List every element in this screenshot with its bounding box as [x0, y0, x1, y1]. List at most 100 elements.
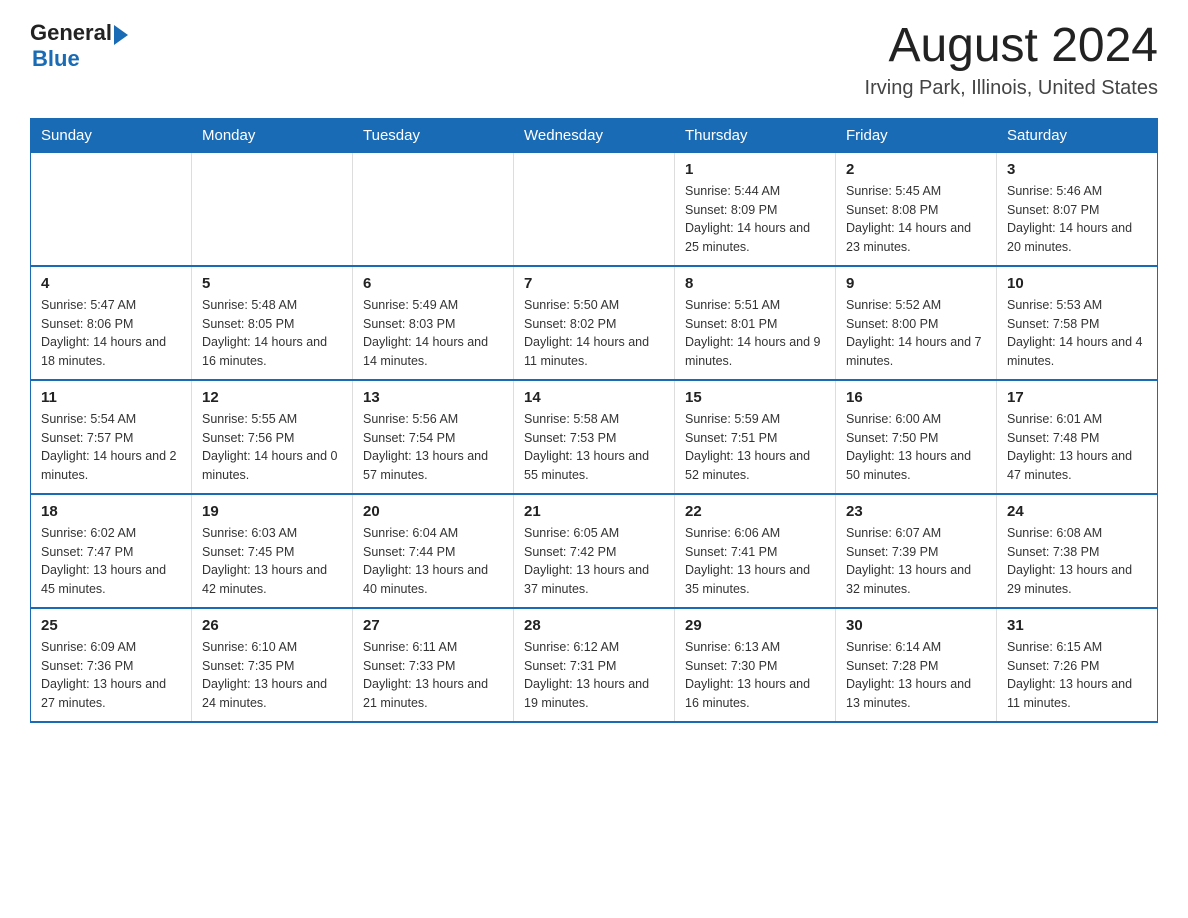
day-info: Sunrise: 5:59 AM Sunset: 7:51 PM Dayligh…: [685, 410, 825, 485]
day-number: 29: [685, 617, 825, 634]
calendar-cell: 6 Sunrise: 5:49 AM Sunset: 8:03 PM Daylig…: [353, 266, 514, 380]
day-header-monday: Monday: [192, 118, 353, 152]
calendar-cell: 4 Sunrise: 5:47 AM Sunset: 8:06 PM Daylig…: [31, 266, 192, 380]
day-number: 13: [363, 389, 503, 406]
calendar-cell: 24 Sunrise: 6:08 AM Sunset: 7:38 PM Dayli…: [997, 494, 1158, 608]
calendar-cell: 29 Sunrise: 6:13 AM Sunset: 7:30 PM Dayli…: [675, 608, 836, 722]
calendar-cell: 12 Sunrise: 5:55 AM Sunset: 7:56 PM Dayli…: [192, 380, 353, 494]
calendar-cell: [353, 152, 514, 266]
calendar-cell: 11 Sunrise: 5:54 AM Sunset: 7:57 PM Dayli…: [31, 380, 192, 494]
day-info: Sunrise: 5:50 AM Sunset: 8:02 PM Dayligh…: [524, 296, 664, 371]
calendar-cell: 20 Sunrise: 6:04 AM Sunset: 7:44 PM Dayli…: [353, 494, 514, 608]
calendar-cell: 3Sunrise: 5:46 AM Sunset: 8:07 PM Daylig…: [997, 152, 1158, 266]
calendar-cell: 18 Sunrise: 6:02 AM Sunset: 7:47 PM Dayli…: [31, 494, 192, 608]
day-info: Sunrise: 6:08 AM Sunset: 7:38 PM Dayligh…: [1007, 524, 1147, 599]
calendar-cell: 8 Sunrise: 5:51 AM Sunset: 8:01 PM Daylig…: [675, 266, 836, 380]
day-header-sunday: Sunday: [31, 118, 192, 152]
day-info: Sunrise: 5:44 AM Sunset: 8:09 PM Dayligh…: [685, 182, 825, 257]
day-number: 3: [1007, 161, 1147, 178]
day-number: 7: [524, 275, 664, 292]
title-section: August 2024 Irving Park, Illinois, Unite…: [865, 20, 1158, 100]
day-number: 4: [41, 275, 181, 292]
day-info: Sunrise: 6:04 AM Sunset: 7:44 PM Dayligh…: [363, 524, 503, 599]
calendar-week-row: 18 Sunrise: 6:02 AM Sunset: 7:47 PM Dayli…: [31, 494, 1158, 608]
day-header-saturday: Saturday: [997, 118, 1158, 152]
calendar-week-row: 4 Sunrise: 5:47 AM Sunset: 8:06 PM Daylig…: [31, 266, 1158, 380]
calendar-cell: 31 Sunrise: 6:15 AM Sunset: 7:26 PM Dayli…: [997, 608, 1158, 722]
calendar-cell: 27Sunrise: 6:11 AM Sunset: 7:33 PM Dayli…: [353, 608, 514, 722]
day-number: 15: [685, 389, 825, 406]
calendar-table: SundayMondayTuesdayWednesdayThursdayFrid…: [30, 118, 1158, 723]
day-number: 8: [685, 275, 825, 292]
day-info: Sunrise: 6:14 AM Sunset: 7:28 PM Dayligh…: [846, 638, 986, 713]
day-info: Sunrise: 6:06 AM Sunset: 7:41 PM Dayligh…: [685, 524, 825, 599]
day-number: 31: [1007, 617, 1147, 634]
calendar-cell: 5Sunrise: 5:48 AM Sunset: 8:05 PM Daylig…: [192, 266, 353, 380]
day-number: 25: [41, 617, 181, 634]
day-info: Sunrise: 5:58 AM Sunset: 7:53 PM Dayligh…: [524, 410, 664, 485]
day-number: 5: [202, 275, 342, 292]
day-number: 16: [846, 389, 986, 406]
day-info: Sunrise: 5:55 AM Sunset: 7:56 PM Dayligh…: [202, 410, 342, 485]
location-title: Irving Park, Illinois, United States: [865, 77, 1158, 100]
day-number: 27: [363, 617, 503, 634]
day-info: Sunrise: 6:07 AM Sunset: 7:39 PM Dayligh…: [846, 524, 986, 599]
day-info: Sunrise: 5:49 AM Sunset: 8:03 PM Dayligh…: [363, 296, 503, 371]
day-header-thursday: Thursday: [675, 118, 836, 152]
day-header-tuesday: Tuesday: [353, 118, 514, 152]
calendar-cell: 16 Sunrise: 6:00 AM Sunset: 7:50 PM Dayli…: [836, 380, 997, 494]
day-info: Sunrise: 5:47 AM Sunset: 8:06 PM Dayligh…: [41, 296, 181, 371]
day-number: 2: [846, 161, 986, 178]
day-info: Sunrise: 5:52 AM Sunset: 8:00 PM Dayligh…: [846, 296, 986, 371]
calendar-cell: 25Sunrise: 6:09 AM Sunset: 7:36 PM Dayli…: [31, 608, 192, 722]
day-number: 22: [685, 503, 825, 520]
day-number: 11: [41, 389, 181, 406]
day-number: 26: [202, 617, 342, 634]
day-info: Sunrise: 6:01 AM Sunset: 7:48 PM Dayligh…: [1007, 410, 1147, 485]
day-number: 18: [41, 503, 181, 520]
logo-arrow-icon: [114, 25, 128, 45]
calendar-cell: 15 Sunrise: 5:59 AM Sunset: 7:51 PM Dayli…: [675, 380, 836, 494]
day-number: 24: [1007, 503, 1147, 520]
logo-blue: Blue: [32, 46, 80, 72]
day-info: Sunrise: 6:12 AM Sunset: 7:31 PM Dayligh…: [524, 638, 664, 713]
calendar-week-row: 25Sunrise: 6:09 AM Sunset: 7:36 PM Dayli…: [31, 608, 1158, 722]
day-info: Sunrise: 6:15 AM Sunset: 7:26 PM Dayligh…: [1007, 638, 1147, 713]
day-number: 21: [524, 503, 664, 520]
calendar-cell: 23 Sunrise: 6:07 AM Sunset: 7:39 PM Dayli…: [836, 494, 997, 608]
calendar-cell: 10 Sunrise: 5:53 AM Sunset: 7:58 PM Dayli…: [997, 266, 1158, 380]
page-header: General Blue August 2024 Irving Park, Il…: [30, 20, 1158, 100]
day-info: Sunrise: 5:51 AM Sunset: 8:01 PM Dayligh…: [685, 296, 825, 371]
calendar-cell: [514, 152, 675, 266]
day-number: 1: [685, 161, 825, 178]
calendar-week-row: 1 Sunrise: 5:44 AM Sunset: 8:09 PM Daylig…: [31, 152, 1158, 266]
day-number: 6: [363, 275, 503, 292]
calendar-cell: [31, 152, 192, 266]
calendar-cell: 19Sunrise: 6:03 AM Sunset: 7:45 PM Dayli…: [192, 494, 353, 608]
day-number: 10: [1007, 275, 1147, 292]
day-info: Sunrise: 6:02 AM Sunset: 7:47 PM Dayligh…: [41, 524, 181, 599]
day-info: Sunrise: 6:13 AM Sunset: 7:30 PM Dayligh…: [685, 638, 825, 713]
day-number: 17: [1007, 389, 1147, 406]
calendar-cell: 1 Sunrise: 5:44 AM Sunset: 8:09 PM Daylig…: [675, 152, 836, 266]
day-header-wednesday: Wednesday: [514, 118, 675, 152]
calendar-header-row: SundayMondayTuesdayWednesdayThursdayFrid…: [31, 118, 1158, 152]
day-number: 14: [524, 389, 664, 406]
day-info: Sunrise: 5:53 AM Sunset: 7:58 PM Dayligh…: [1007, 296, 1147, 371]
calendar-cell: 9 Sunrise: 5:52 AM Sunset: 8:00 PM Daylig…: [836, 266, 997, 380]
day-header-friday: Friday: [836, 118, 997, 152]
day-number: 9: [846, 275, 986, 292]
day-number: 23: [846, 503, 986, 520]
calendar-cell: 13Sunrise: 5:56 AM Sunset: 7:54 PM Dayli…: [353, 380, 514, 494]
calendar-cell: 26Sunrise: 6:10 AM Sunset: 7:35 PM Dayli…: [192, 608, 353, 722]
day-info: Sunrise: 6:05 AM Sunset: 7:42 PM Dayligh…: [524, 524, 664, 599]
day-info: Sunrise: 6:00 AM Sunset: 7:50 PM Dayligh…: [846, 410, 986, 485]
day-number: 20: [363, 503, 503, 520]
day-info: Sunrise: 6:03 AM Sunset: 7:45 PM Dayligh…: [202, 524, 342, 599]
day-info: Sunrise: 5:54 AM Sunset: 7:57 PM Dayligh…: [41, 410, 181, 485]
calendar-cell: 7 Sunrise: 5:50 AM Sunset: 8:02 PM Daylig…: [514, 266, 675, 380]
day-number: 12: [202, 389, 342, 406]
calendar-cell: 22 Sunrise: 6:06 AM Sunset: 7:41 PM Dayli…: [675, 494, 836, 608]
logo: General Blue: [30, 20, 128, 72]
calendar-cell: 21 Sunrise: 6:05 AM Sunset: 7:42 PM Dayli…: [514, 494, 675, 608]
